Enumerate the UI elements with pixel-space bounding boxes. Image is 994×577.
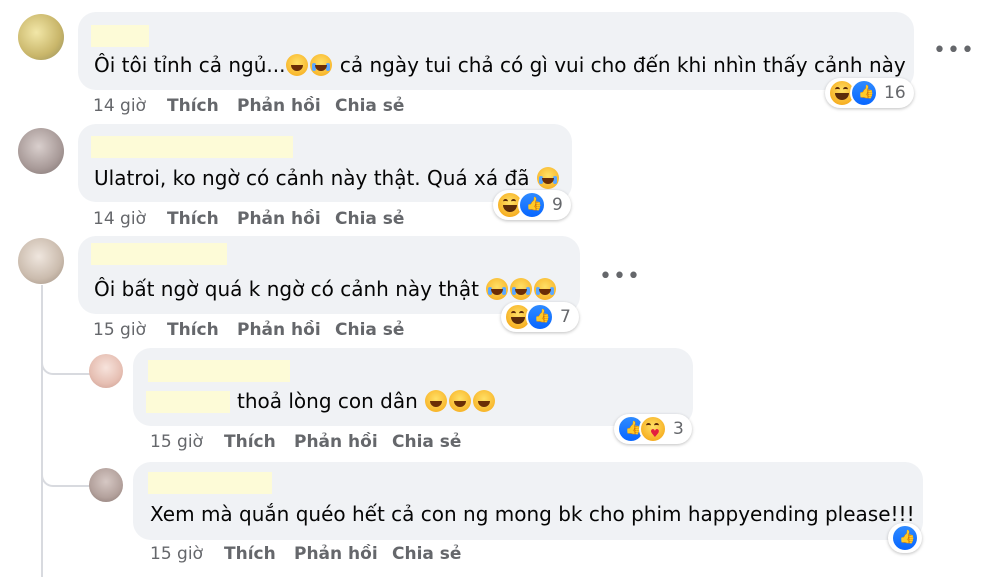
share-button[interactable]: Chia sẻ (392, 544, 461, 564)
reaction-summary[interactable]: 👍 (888, 523, 922, 553)
like-reaction-icon: 👍 (518, 191, 546, 219)
haha-icon (473, 390, 496, 412)
more-options-button[interactable]: ••• (933, 40, 975, 62)
reaction-count: 7 (560, 307, 571, 327)
comment-actions: 14 giờ Thích Phản hồi Chia sẻ (93, 209, 413, 229)
timestamp[interactable]: 14 giờ (93, 96, 146, 116)
author-name-redacted[interactable] (91, 136, 293, 158)
timestamp[interactable]: 15 giờ (150, 544, 203, 564)
crying-laugh-icon (534, 278, 557, 300)
comment-actions: 14 giờ Thích Phản hồi Chia sẻ (93, 96, 413, 116)
thread-connector (41, 345, 93, 375)
avatar[interactable] (89, 468, 123, 502)
author-name-redacted[interactable] (148, 472, 272, 494)
reaction-summary[interactable]: 👍 9 (493, 190, 571, 220)
thread-line (41, 285, 43, 577)
comment-text: Ulatroi, ko ngờ có cảnh này thật. Quá xá… (94, 165, 560, 191)
reply-text: Xem mà quắn quéo hết cả con ng mong bk c… (150, 502, 915, 526)
reaction-summary[interactable]: 👍 ♥ 3 (614, 414, 692, 444)
reaction-summary[interactable]: 👍 16 (825, 78, 914, 108)
avatar[interactable] (18, 128, 64, 174)
like-button[interactable]: Thích (224, 544, 276, 564)
reply-button[interactable]: Phản hồi (237, 209, 321, 229)
care-reaction-icon: ♥ (639, 415, 667, 443)
haha-icon (286, 54, 309, 76)
like-button[interactable]: Thích (167, 96, 219, 116)
timestamp[interactable]: 14 giờ (93, 209, 146, 229)
comment-bubble: Ulatroi, ko ngờ có cảnh này thật. Quá xá… (78, 124, 572, 202)
thread-connector (41, 455, 93, 487)
reply-button[interactable]: Phản hồi (237, 320, 321, 340)
like-button[interactable]: Thích (167, 320, 219, 340)
reaction-count: 9 (552, 195, 563, 215)
share-button[interactable]: Chia sẻ (392, 432, 461, 452)
share-button[interactable]: Chia sẻ (335, 209, 404, 229)
like-button[interactable]: Thích (224, 432, 276, 452)
reaction-summary[interactable]: 👍 7 (501, 302, 579, 332)
avatar[interactable] (18, 14, 64, 60)
reply-bubble: Xem mà quắn quéo hết cả con ng mong bk c… (133, 462, 923, 540)
author-name-redacted[interactable] (91, 25, 149, 47)
reply-text: thoả lòng con dân (237, 388, 496, 414)
comment-text: Ôi bất ngờ quá k ngờ có cảnh này thật (94, 276, 557, 302)
comment-actions: 15 giờ Thích Phản hồi Chia sẻ (93, 320, 413, 340)
reply-bubble: thoả lòng con dân (133, 348, 693, 426)
comment-text: Ôi tôi tỉnh cả ngủ... cả ngày tui chả có… (94, 53, 906, 77)
author-name-redacted[interactable] (91, 243, 227, 265)
reply-button[interactable]: Phản hồi (294, 432, 378, 452)
share-button[interactable]: Chia sẻ (335, 96, 404, 116)
more-options-button[interactable]: ••• (599, 266, 641, 288)
timestamp[interactable]: 15 giờ (93, 320, 146, 340)
reaction-count: 3 (673, 419, 684, 439)
reply-actions: 15 giờ Thích Phản hồi Chia sẻ (150, 432, 470, 452)
reply-button[interactable]: Phản hồi (294, 544, 378, 564)
rofl-icon (310, 54, 333, 76)
like-reaction-icon: 👍 (891, 524, 919, 552)
tagged-name-redacted[interactable] (146, 391, 230, 413)
share-button[interactable]: Chia sẻ (335, 320, 404, 340)
crying-laugh-icon (486, 278, 509, 300)
rofl-icon (536, 167, 559, 189)
reaction-count: 16 (884, 83, 906, 103)
like-reaction-icon: 👍 (850, 79, 878, 107)
timestamp[interactable]: 15 giờ (150, 432, 203, 452)
crying-laugh-icon (510, 278, 533, 300)
avatar[interactable] (89, 354, 123, 388)
comment-bubble: Ôi tôi tỉnh cả ngủ... cả ngày tui chả có… (78, 12, 914, 90)
reply-button[interactable]: Phản hồi (237, 96, 321, 116)
comment-bubble: Ôi bất ngờ quá k ngờ có cảnh này thật (78, 236, 580, 314)
avatar[interactable] (18, 238, 64, 284)
reply-actions: 15 giờ Thích Phản hồi Chia sẻ (150, 544, 470, 564)
haha-icon (449, 390, 472, 412)
haha-icon (425, 390, 448, 412)
author-name-redacted[interactable] (148, 360, 290, 382)
like-reaction-icon: 👍 (526, 303, 554, 331)
like-button[interactable]: Thích (167, 209, 219, 229)
